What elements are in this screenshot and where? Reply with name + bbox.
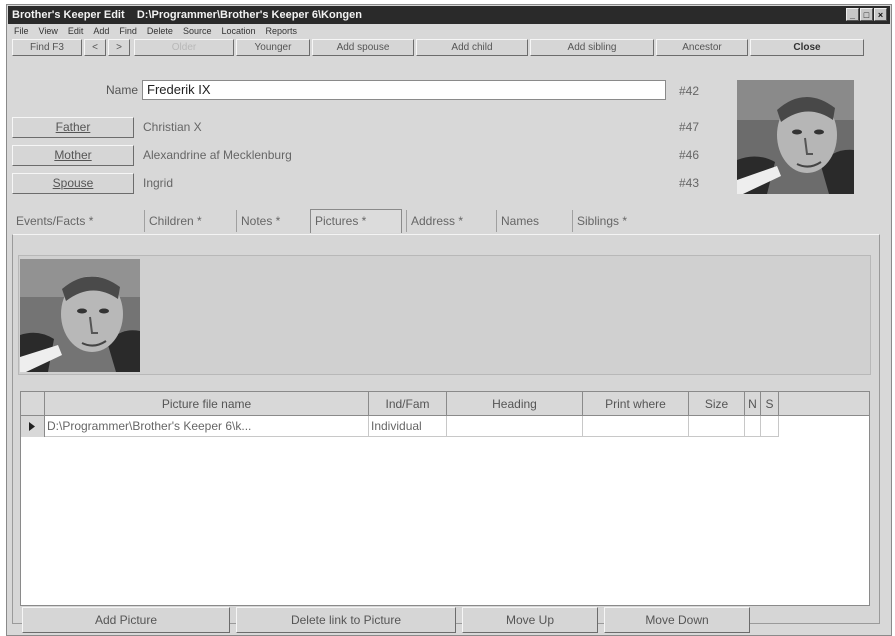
column-header-print-where[interactable]: Print where (583, 392, 689, 416)
close-window-icon[interactable]: × (874, 8, 887, 21)
menu-reports[interactable]: Reports (266, 25, 298, 38)
column-header-n[interactable]: N (745, 392, 761, 416)
cell-n[interactable] (745, 416, 761, 437)
mother-id: #46 (679, 148, 700, 162)
cell-size[interactable] (689, 416, 745, 437)
ancestor-button[interactable]: Ancestor (656, 39, 748, 56)
tab-events-facts[interactable]: Events/Facts * (12, 210, 97, 232)
menu-delete[interactable]: Delete (147, 25, 173, 38)
menu-bar: File View Edit Add Find Delete Source Lo… (10, 25, 890, 38)
menu-find[interactable]: Find (119, 25, 137, 38)
menu-edit[interactable]: Edit (68, 25, 84, 38)
minimize-icon[interactable]: _ (846, 8, 859, 21)
maximize-icon[interactable]: □ (860, 8, 873, 21)
tab-children[interactable]: Children * (144, 210, 206, 232)
tab-address[interactable]: Address * (406, 210, 467, 232)
add-spouse-button[interactable]: Add spouse (312, 39, 414, 56)
tab-pictures[interactable]: Pictures * (310, 209, 402, 233)
spouse-name: Ingrid (143, 176, 174, 190)
cell-ind-fam[interactable]: Individual (369, 416, 447, 437)
add-sibling-button[interactable]: Add sibling (530, 39, 654, 56)
person-id: #42 (679, 84, 700, 98)
mother-name: Alexandrine af Mecklenburg (143, 148, 292, 162)
pictures-table[interactable]: Picture file name Ind/Fam Heading Print … (20, 391, 870, 606)
thumbnail-strip (18, 255, 871, 375)
column-header-size[interactable]: Size (689, 392, 745, 416)
spouse-id: #43 (679, 176, 700, 190)
father-name: Christian X (143, 120, 202, 134)
title-bar: Brother's Keeper Edit D:\Programmer\Brot… (8, 6, 890, 24)
previous-button[interactable]: < (84, 39, 106, 56)
add-picture-button[interactable]: Add Picture (22, 607, 230, 633)
column-header-file-name[interactable]: Picture file name (45, 392, 369, 416)
name-label: Name (105, 83, 138, 97)
add-child-button[interactable]: Add child (416, 39, 528, 56)
cell-print-where[interactable] (583, 416, 689, 437)
row-pointer-icon (29, 422, 35, 431)
current-row-indicator[interactable] (21, 416, 45, 437)
younger-button[interactable]: Younger (236, 39, 310, 56)
tab-strip: Events/Facts * Children * Notes * Pictur… (12, 209, 872, 234)
tab-names[interactable]: Names (496, 210, 543, 232)
row-header-corner (21, 392, 45, 416)
cell-s[interactable] (761, 416, 779, 437)
portrait-photo (737, 80, 854, 194)
column-header-ind-fam[interactable]: Ind/Fam (369, 392, 447, 416)
menu-view[interactable]: View (39, 25, 58, 38)
tab-notes[interactable]: Notes * (236, 210, 284, 232)
window-title: Brother's Keeper Edit D:\Programmer\Brot… (12, 9, 362, 21)
menu-file[interactable]: File (14, 25, 29, 38)
column-header-filler (779, 392, 869, 416)
father-button[interactable]: Father (12, 117, 134, 138)
name-field[interactable]: Frederik IX (142, 80, 666, 100)
move-up-button[interactable]: Move Up (462, 607, 598, 633)
menu-add[interactable]: Add (93, 25, 109, 38)
spouse-button[interactable]: Spouse (12, 173, 134, 194)
delete-link-button[interactable]: Delete link to Picture (236, 607, 456, 633)
next-button[interactable]: > (108, 39, 130, 56)
column-header-heading[interactable]: Heading (447, 392, 583, 416)
column-header-s[interactable]: S (761, 392, 779, 416)
father-id: #47 (679, 120, 700, 134)
mother-button[interactable]: Mother (12, 145, 134, 166)
cell-heading[interactable] (447, 416, 583, 437)
move-down-button[interactable]: Move Down (604, 607, 750, 633)
cell-file-name[interactable]: D:\Programmer\Brother's Keeper 6\k... (45, 416, 369, 437)
menu-source[interactable]: Source (183, 25, 212, 38)
menu-location[interactable]: Location (221, 25, 255, 38)
tab-siblings[interactable]: Siblings * (572, 210, 631, 232)
find-button[interactable]: Find F3 (12, 39, 82, 56)
picture-thumbnail[interactable] (20, 259, 140, 372)
close-button[interactable]: Close (750, 39, 864, 56)
older-button[interactable]: Older (134, 39, 234, 56)
